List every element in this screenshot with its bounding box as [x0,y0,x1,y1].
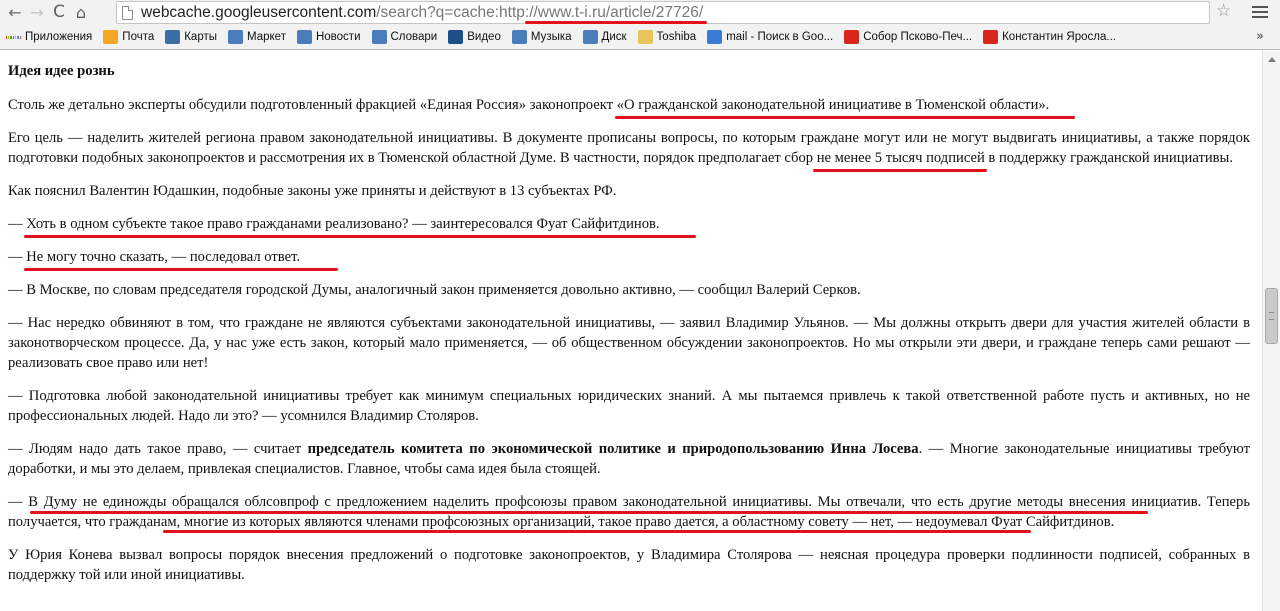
news-icon [296,30,312,44]
bookmark-label: Toshiba [656,31,697,43]
bookmark-label: Видео [467,31,501,43]
apps-icon [5,30,22,44]
paragraph: Столь же детально эксперты обсудили подг… [8,95,1250,119]
home-icon: ⌂ [75,2,87,22]
red-underline [525,20,708,24]
folder-icon [637,30,653,44]
bookmark-item[interactable]: Маркет [228,30,286,44]
url-highlighted-part: //www.t-i.ru/article/27726/ [525,4,708,24]
bookmark-item[interactable]: Приложения [5,30,93,44]
underlined-text: «О гражданской законодательной инициатив… [614,97,1076,119]
bookmark-item[interactable]: Константин Яросла... [983,30,1116,44]
bold-text: председатель комитета по экономической п… [307,441,919,457]
scroll-thumb[interactable] [1265,288,1278,344]
bookmark-item[interactable]: Toshiba [637,30,697,44]
bookmark-label: Почта [122,31,155,43]
market-icon [228,30,244,44]
google-icon [707,30,723,44]
paragraph: — В Думу не единожды обращался облсовпро… [8,492,1250,533]
bookmark-item[interactable]: Почта [103,30,154,44]
bookmark-label: Карты [184,31,218,43]
underlined-text: Не могу точно сказать, — последовал отве… [24,249,339,271]
url-host: webcache.googleusercontent.com [141,3,377,21]
underlined-text: Хоть в одном субъекте такое право гражда… [24,216,696,238]
back-arrow-icon: ← [8,2,22,22]
page-icon [122,5,133,20]
bookmark-item[interactable]: mail - Поиск в Goo... [707,30,833,44]
bookmark-label: Маркет [247,31,286,43]
mail-ru-icon [103,30,119,44]
reload-icon: C [53,2,65,22]
bookmark-item[interactable]: Карты [165,30,217,44]
bookmark-label: Собор Псково-Печ... [863,31,973,43]
home-button[interactable]: ⌂ [70,2,92,24]
video-icon [448,30,464,44]
bookmark-label: Приложения [25,31,93,43]
paragraph: У Юрия Конева вызвал вопросы порядок вне… [8,547,1250,583]
scroll-up-arrow-icon[interactable] [1268,57,1276,62]
paragraph: — Хоть в одном субъекте такое право граж… [8,214,1250,238]
bookmark-item[interactable]: Видео [448,30,501,44]
bookmark-label: Диск [601,31,627,43]
bookmark-item[interactable]: Словари [371,30,438,44]
bookmark-star-button[interactable]: ☆ [1216,1,1231,21]
bookmark-item[interactable]: Собор Псково-Печ... [844,30,972,44]
paragraph: — Не могу точно сказать, — последовал от… [8,247,1250,271]
star-icon: ☆ [1216,1,1232,21]
bookmarks-bar: Приложения Почта Карты Маркет Новости Словари… [0,25,1280,50]
paragraph: — В Москве, по словам председателя город… [8,282,861,298]
yandex-icon [844,30,860,44]
disk-icon [582,30,598,44]
paragraph: — Подготовка любой законодательной иници… [8,388,1250,424]
reload-button[interactable]: C [48,2,70,24]
vertical-scrollbar[interactable] [1262,51,1280,611]
paragraph: Его цель — наделить жителей региона прав… [8,128,1250,172]
dictionary-icon [371,30,387,44]
red-underline [812,169,987,172]
music-icon [511,30,527,44]
paragraph: — Нас нередко обвиняют в том, что гражда… [8,315,1250,371]
url-path: /search?q=cache:http: [376,3,530,21]
section-heading: Идея идее рознь [8,63,115,79]
bookmark-label: mail - Поиск в Goo... [726,31,834,43]
forward-arrow-icon: → [30,2,44,22]
bookmarks-more-button[interactable]: » [1256,29,1264,44]
bookmark-label: Словари [390,31,438,43]
red-underline [30,511,1148,514]
menu-button[interactable] [1252,2,1268,22]
back-button[interactable]: ← [4,2,26,24]
underlined-text: не менее 5 тысяч подписей [812,150,987,172]
paragraph: — Людям надо дать такое право, — считает… [8,441,1250,477]
bookmark-item[interactable]: Диск [582,30,627,44]
article-content: Идея идее рознь Столь же детально экспер… [0,51,1262,611]
hamburger-icon [1252,6,1268,8]
red-underline [614,116,1076,119]
maps-icon [165,30,181,44]
forward-button[interactable]: → [26,2,48,24]
bookmark-item[interactable]: Музыка [511,30,572,44]
red-underline [24,268,339,271]
red-underline [24,235,696,238]
bookmark-label: Музыка [530,31,572,43]
bookmark-label: Константин Яросла... [1002,31,1116,43]
red-underline [163,530,1031,533]
paragraph: Как пояснил Валентин Юдашкин, подобные з… [8,183,617,199]
address-bar[interactable]: webcache.googleusercontent.com/search?q=… [116,1,1210,24]
bookmark-label: Новости [315,31,361,43]
bookmark-item[interactable]: Новости [296,30,361,44]
yandex-icon [983,30,999,44]
browser-toolbar: ← → C ⌂ webcache.googleusercontent.com/s… [0,0,1280,25]
